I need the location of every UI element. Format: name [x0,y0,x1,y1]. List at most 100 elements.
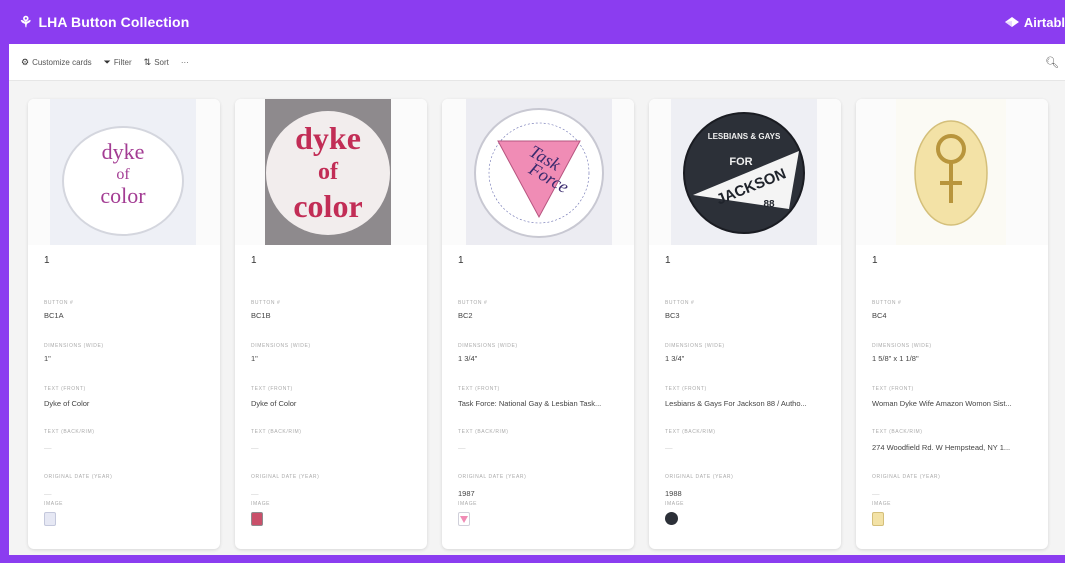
image-label: IMAGE [665,501,685,507]
airtable-logo-icon [1004,17,1019,27]
button-number-value: BC4 [872,311,887,320]
button-text-line: dyke [295,120,361,156]
gear-icon: ⚙ [21,56,30,67]
button-text-line: FOR [729,156,752,168]
customize-cards-button[interactable]: ⚙ Customize cards [21,57,92,68]
app-header: ⚘ LHA Button Collection Airtabl [9,0,1065,44]
button-image: LESBIANS & GAYS FOR JACKSON 88 [671,99,817,245]
text-back-label: TEXT (BACK/RIM) [251,429,302,435]
text-back-label: TEXT (BACK/RIM) [665,429,716,435]
image-thumbnail[interactable] [44,512,56,526]
card-cover-image: dyke of color [235,99,427,245]
text-front-value: Lesbians & Gays For Jackson 88 / Autho..… [665,399,807,408]
image-thumbnail[interactable] [665,512,678,525]
window-frame-bottom [0,555,1065,563]
text-back-value: — [251,443,259,452]
text-front-label: TEXT (FRONT) [872,386,914,392]
more-options-button[interactable]: ··· [181,58,189,67]
button-number-label: BUTTON # [251,300,281,306]
record-card[interactable]: dyke of color 1 BUTTON # BC1A DIMENSIONS… [28,99,220,549]
text-front-value: Woman Dyke Wife Amazon Womon Sist... [872,399,1012,408]
gallery-view: dyke of color 1 BUTTON # BC1A DIMENSIONS… [9,81,1065,555]
button-text-line: color [100,183,146,208]
primary-field: 1 [251,255,257,266]
text-back-label: TEXT (BACK/RIM) [872,429,923,435]
image-label: IMAGE [44,501,64,507]
button-image: dyke of color [50,99,196,245]
record-card[interactable]: 1 BUTTON # BC4 DIMENSIONS (WIDE) 1 5/8" … [856,99,1048,549]
brand-label: Airtabl [1023,14,1065,30]
text-back-label: TEXT (BACK/RIM) [458,429,509,435]
primary-field: 1 [458,255,464,266]
record-card[interactable]: dyke of color 1 BUTTON # BC1B DIMENSIONS… [235,99,427,549]
image-thumbnail[interactable] [251,512,263,526]
original-date-label: ORIGINAL DATE (YEAR) [251,474,320,480]
view-toolbar: ⚙ Customize cards ⏷ Filter ⇅ Sort ··· 🔍︎ [9,44,1065,81]
record-card[interactable]: Task Force 1 BUTTON # BC2 DIMENSIONS (WI… [442,99,634,549]
dimensions-value: 1 3/4" [458,354,478,363]
text-front-label: TEXT (FRONT) [251,386,293,392]
dimensions-label: DIMENSIONS (WIDE) [44,343,104,349]
button-text-line: dyke [102,139,145,164]
button-image: dyke of color [265,99,391,245]
button-number-value: BC1B [251,311,271,320]
primary-field: 1 [872,255,878,266]
primary-field: 1 [44,255,50,266]
filter-label: Filter [113,57,132,67]
primary-field: 1 [665,255,671,266]
dimensions-value: 1" [44,354,51,363]
card-cover-image: dyke of color [28,99,220,245]
button-text-line: of [318,159,339,185]
original-date-value: — [872,489,880,498]
image-thumbnail[interactable] [458,512,470,526]
button-number-value: BC1A [44,311,64,320]
text-front-value: Task Force: National Gay & Lesbian Task.… [458,399,602,408]
text-back-value: — [44,443,52,452]
more-label: ··· [180,57,189,67]
button-image [896,99,1006,245]
dimensions-label: DIMENSIONS (WIDE) [251,343,311,349]
filter-button[interactable]: ⏷ Filter [104,57,132,68]
original-date-value: 1988 [665,489,682,498]
window-frame-left [0,0,9,563]
button-number-label: BUTTON # [458,300,488,306]
app-title: LHA Button Collection [38,14,190,30]
filter-icon: ⏷ [103,56,111,67]
sort-label: Sort [154,57,169,67]
button-number-label: BUTTON # [44,300,74,306]
puzzle-icon: ⚘ [19,14,33,31]
text-back-value: — [458,443,466,452]
button-number-label: BUTTON # [665,300,695,306]
original-date-value: 1987 [458,489,475,498]
button-number-label: BUTTON # [872,300,902,306]
dimensions-label: DIMENSIONS (WIDE) [872,343,932,349]
card-cover-image: Task Force [442,99,634,245]
original-date-value: — [251,489,259,498]
sort-button[interactable]: ⇅ Sort [144,57,169,68]
airtable-brand[interactable]: Airtabl [1003,0,1065,44]
text-back-label: TEXT (BACK/RIM) [44,429,95,435]
dimensions-value: 1" [251,354,258,363]
original-date-label: ORIGINAL DATE (YEAR) [44,474,113,480]
task-force-thumb-icon [460,516,468,523]
dimensions-label: DIMENSIONS (WIDE) [665,343,725,349]
text-back-value: — [665,443,673,452]
text-back-value: 274 Woodfield Rd. W Hempstead, NY 1... [872,443,1011,452]
button-number-value: BC3 [665,311,680,320]
original-date-label: ORIGINAL DATE (YEAR) [458,474,527,480]
button-text-line: color [293,188,362,224]
sort-icon: ⇅ [143,56,152,67]
customize-cards-label: Customize cards [32,57,92,67]
button-text-line: 88 [763,199,775,210]
search-icon[interactable]: 🔍︎ [1045,56,1059,69]
image-label: IMAGE [251,501,271,507]
original-date-value: — [44,489,52,498]
dimensions-value: 1 5/8" x 1 1/8" [872,354,919,363]
dimensions-value: 1 3/4" [665,354,685,363]
button-text-line: of [116,166,130,183]
image-thumbnail[interactable] [872,512,884,526]
button-image: Task Force [466,99,612,245]
card-cover-image: LESBIANS & GAYS FOR JACKSON 88 [649,99,841,245]
image-label: IMAGE [872,501,892,507]
record-card[interactable]: LESBIANS & GAYS FOR JACKSON 88 1 BUTTON … [649,99,841,549]
